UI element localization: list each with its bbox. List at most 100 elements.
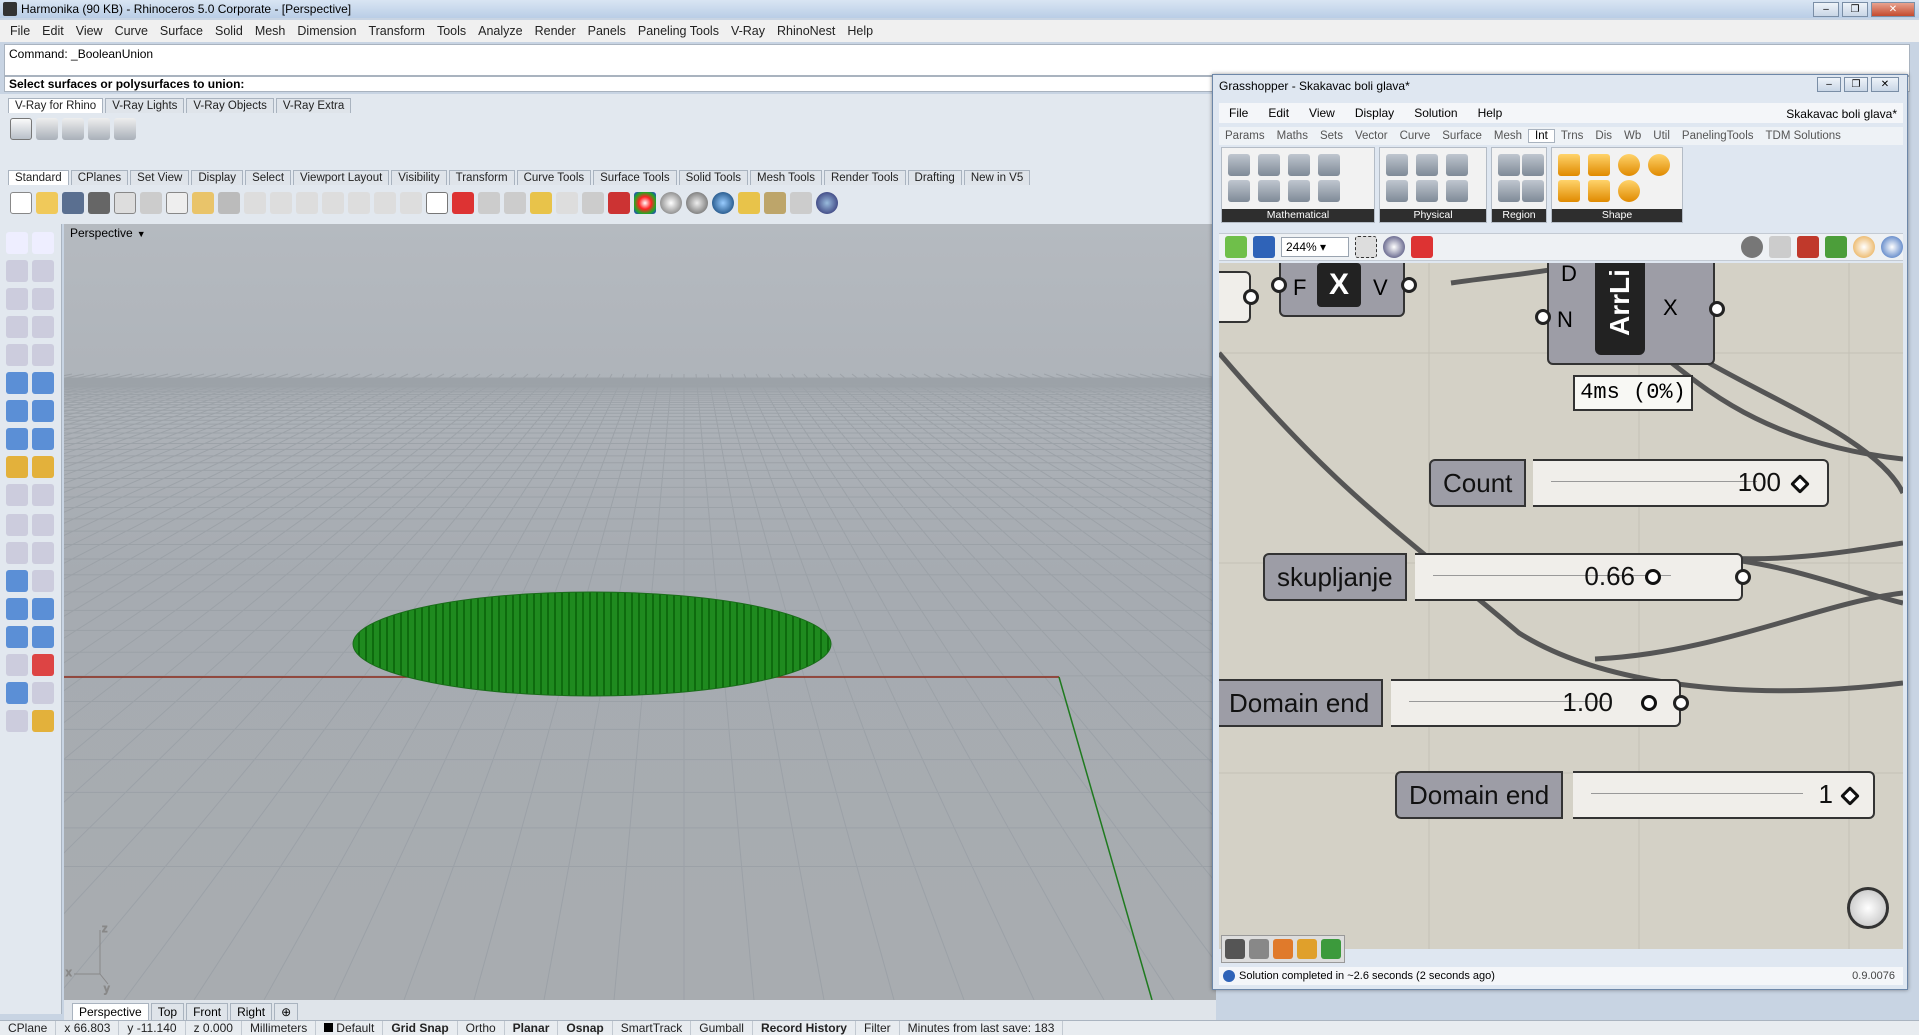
gh-menu-display[interactable]: Display: [1345, 106, 1404, 120]
zoom-level-dropdown[interactable]: 244% ▾: [1281, 237, 1349, 257]
region-component-icon[interactable]: [1498, 180, 1520, 202]
dimension-icon[interactable]: [790, 192, 812, 214]
sort-icon[interactable]: [1249, 939, 1269, 959]
menu-mesh[interactable]: Mesh: [249, 24, 292, 38]
physical-component-icon[interactable]: [1416, 154, 1438, 176]
status-record-history[interactable]: Record History: [753, 1021, 856, 1035]
point-icon[interactable]: [32, 232, 54, 254]
gh-tab-dis[interactable]: Dis: [1589, 130, 1618, 142]
shape-component-icon[interactable]: [1588, 180, 1610, 202]
gh-tab-surface[interactable]: Surface: [1436, 130, 1488, 142]
status-cplane[interactable]: CPlane: [0, 1021, 57, 1035]
print-icon[interactable]: [88, 192, 110, 214]
slider-knob-icon[interactable]: [1840, 786, 1860, 806]
region-component-icon[interactable]: [1498, 154, 1520, 176]
menu-file[interactable]: File: [4, 24, 36, 38]
tab-viewport-front[interactable]: Front: [186, 1003, 229, 1020]
gh-menu-solution[interactable]: Solution: [1404, 106, 1467, 120]
menu-surface[interactable]: Surface: [154, 24, 209, 38]
render-material-icon[interactable]: [6, 682, 28, 704]
menu-rhinonest[interactable]: RhinoNest: [771, 24, 841, 38]
eye-icon[interactable]: [1383, 236, 1405, 258]
shaded-preview-icon[interactable]: [1797, 236, 1819, 258]
add-tab-icon[interactable]: ⊕: [274, 1003, 299, 1020]
math-component-icon[interactable]: [1318, 180, 1340, 202]
component-output-socket[interactable]: [1673, 695, 1689, 711]
select-arrow-icon[interactable]: [6, 232, 28, 254]
menu-help[interactable]: Help: [841, 24, 879, 38]
status-planar[interactable]: Planar: [505, 1021, 559, 1035]
mesh-icon[interactable]: [32, 428, 54, 450]
dimension-linear-icon[interactable]: [32, 626, 54, 648]
rotate-view-icon[interactable]: [270, 192, 292, 214]
zoom-window-icon[interactable]: [322, 192, 344, 214]
menu-view[interactable]: View: [70, 24, 109, 38]
gh-tab-int[interactable]: Int: [1528, 129, 1555, 143]
display-mode-icon[interactable]: [478, 192, 500, 214]
ungroup-icon[interactable]: [32, 514, 54, 536]
component-output-socket[interactable]: [1735, 569, 1751, 585]
region-component-icon[interactable]: [1522, 154, 1544, 176]
tab-drafting[interactable]: Drafting: [907, 170, 962, 185]
material-sphere-icon[interactable]: [660, 192, 682, 214]
tab-viewport-perspective[interactable]: Perspective: [72, 1003, 149, 1020]
gh-tab-vector[interactable]: Vector: [1349, 130, 1394, 142]
slider-skupljanje[interactable]: skupljanje 0.66: [1263, 553, 1743, 601]
tab-display[interactable]: Display: [191, 170, 244, 185]
tab-transform[interactable]: Transform: [448, 170, 515, 185]
physical-component-icon[interactable]: [1416, 180, 1438, 202]
close-button[interactable]: ✕: [1871, 1, 1915, 17]
zoom-selected-icon[interactable]: [374, 192, 396, 214]
gh-tab-maths[interactable]: Maths: [1271, 130, 1314, 142]
vray-batch-icon[interactable]: [114, 118, 136, 140]
menu-edit[interactable]: Edit: [36, 24, 70, 38]
math-component-icon[interactable]: [1288, 154, 1310, 176]
gh-restore-button[interactable]: ❐: [1844, 77, 1868, 92]
group-icon[interactable]: [6, 514, 28, 536]
light-bulb-icon[interactable]: [556, 192, 578, 214]
vray-render-icon[interactable]: [10, 118, 32, 140]
tab-vray-lights[interactable]: V-Ray Lights: [105, 98, 185, 113]
loft-icon[interactable]: [32, 372, 54, 394]
tab-viewport-top[interactable]: Top: [150, 1003, 185, 1020]
tab-render-tools[interactable]: Render Tools: [823, 170, 906, 185]
gh-menu-file[interactable]: File: [1219, 106, 1258, 120]
menu-curve[interactable]: Curve: [109, 24, 154, 38]
region-component-icon[interactable]: [1522, 180, 1544, 202]
status-filter[interactable]: Filter: [856, 1021, 900, 1035]
preview-mode-icon[interactable]: [1741, 236, 1763, 258]
undo-icon[interactable]: [218, 192, 240, 214]
fillet-curve-icon[interactable]: [32, 344, 54, 366]
color-wheel-icon[interactable]: [634, 192, 656, 214]
component-output-socket[interactable]: [1243, 289, 1259, 305]
split-icon[interactable]: [32, 484, 54, 506]
status-layer[interactable]: Default: [316, 1021, 384, 1035]
menu-panels[interactable]: Panels: [582, 24, 632, 38]
curve-icon[interactable]: [32, 260, 54, 282]
render-preview-icon[interactable]: [1881, 236, 1903, 258]
menu-analyze[interactable]: Analyze: [472, 24, 528, 38]
tab-viewport-right[interactable]: Right: [230, 1003, 273, 1020]
slider-body[interactable]: 1: [1573, 771, 1875, 819]
math-component-icon[interactable]: [1288, 180, 1310, 202]
download-icon[interactable]: [1225, 939, 1245, 959]
box-icon[interactable]: [6, 400, 28, 422]
slider-knob-icon[interactable]: [1645, 569, 1661, 585]
surface-icon[interactable]: [6, 372, 28, 394]
cylinder-icon[interactable]: [6, 428, 28, 450]
document-preview-icon[interactable]: [1853, 236, 1875, 258]
open-file-icon[interactable]: [1225, 236, 1247, 258]
analyze-icon[interactable]: [32, 654, 54, 676]
wireframe-preview-icon[interactable]: [1769, 236, 1791, 258]
tab-visibility[interactable]: Visibility: [391, 170, 447, 185]
shape-component-icon[interactable]: [1558, 154, 1580, 176]
scale-icon[interactable]: [32, 570, 54, 592]
tab-new-in-v5[interactable]: New in V5: [963, 170, 1031, 185]
gh-tab-tdm-solutions[interactable]: TDM Solutions: [1760, 130, 1847, 142]
object-snap-icon[interactable]: [530, 192, 552, 214]
mirror-icon[interactable]: [32, 598, 54, 620]
menu-paneling-tools[interactable]: Paneling Tools: [632, 24, 725, 38]
render-preview-icon[interactable]: [712, 192, 734, 214]
gh-tab-trns[interactable]: Trns: [1555, 130, 1590, 142]
help-icon[interactable]: [816, 192, 838, 214]
